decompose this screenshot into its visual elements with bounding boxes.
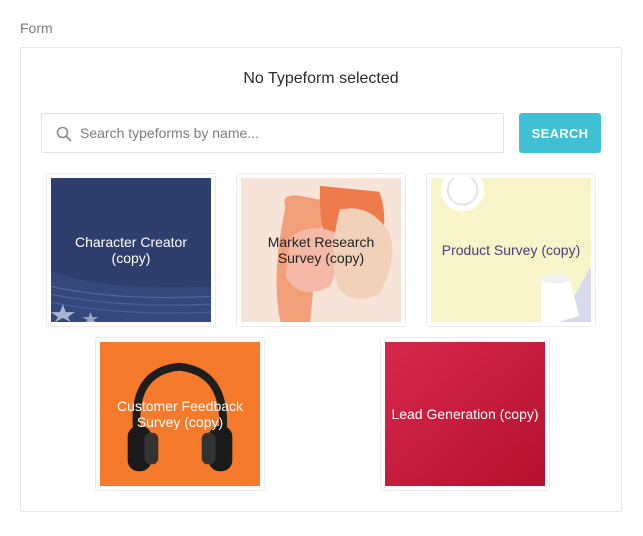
- form-section-label: Form: [20, 20, 53, 36]
- typeform-card-lead-generation[interactable]: Lead Generation (copy): [380, 337, 550, 491]
- card-thumbnail: Character Creator (copy): [51, 178, 211, 322]
- typeform-card-product-survey[interactable]: Product Survey (copy): [426, 173, 596, 327]
- typeform-title: Market Research Survey (copy): [267, 234, 375, 266]
- typeform-card-character-creator[interactable]: Character Creator (copy): [46, 173, 216, 327]
- typeform-title: Lead Generation (copy): [391, 406, 539, 422]
- typeform-title: Customer Feedback Survey (copy): [116, 398, 244, 430]
- card-thumbnail: Lead Generation (copy): [385, 342, 545, 486]
- typeform-title: Product Survey (copy): [441, 242, 581, 258]
- card-thumbnail: Market Research Survey (copy): [241, 178, 401, 322]
- typeform-card-customer-feedback-survey[interactable]: Customer Feedback Survey (copy): [95, 337, 265, 491]
- search-box[interactable]: [41, 113, 504, 153]
- typeform-picker-panel: No Typeform selected SEARCH Character Cr…: [20, 47, 622, 512]
- selection-status-title: No Typeform selected: [243, 70, 399, 87]
- card-thumbnail: Customer Feedback Survey (copy): [100, 342, 260, 486]
- typeform-card-market-research-survey[interactable]: Market Research Survey (copy): [236, 173, 406, 327]
- search-input[interactable]: [80, 114, 495, 152]
- search-icon: [56, 126, 72, 142]
- search-button[interactable]: SEARCH: [519, 113, 601, 153]
- card-thumbnail: Product Survey (copy): [431, 178, 591, 322]
- typeform-title: Character Creator (copy): [74, 234, 188, 266]
